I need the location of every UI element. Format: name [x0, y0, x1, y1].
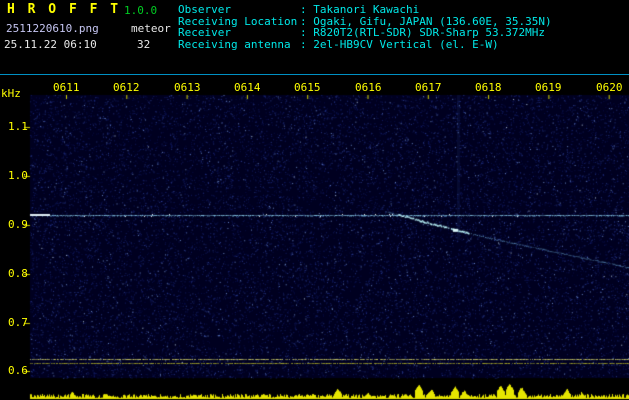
y-tick-label: 0.8 — [8, 267, 28, 280]
app-title: H R O F F T — [7, 2, 121, 17]
header-separator-line — [0, 74, 629, 75]
x-tick-label: 0615 — [294, 81, 321, 94]
info-label-receiver: Receiver — [178, 26, 231, 39]
echo-count: 32 — [137, 38, 151, 51]
info-label-observer: Observer — [178, 3, 231, 16]
info-value-antenna: : 2el-HB9CV Vertical (el. E-W) — [300, 37, 499, 51]
info-value-receiver: : R820T2(RTL-SDR) SDR-Sharp 53.372MHz — [300, 26, 546, 39]
output-filename: 2511220610.png — [6, 22, 99, 35]
info-label-antenna: Receiving antenna — [178, 37, 291, 51]
x-tick-label: 0612 — [113, 81, 140, 94]
info-value-observer: : Takanori Kawachi — [300, 3, 420, 16]
spectrogram-canvas — [0, 0, 629, 400]
app-version: 1.0.0 — [124, 4, 158, 17]
hrofft-output-image: H R O F F T 1.0.0 2511220610.png meteor … — [0, 0, 629, 400]
y-tick-label: 1.0 — [8, 169, 28, 182]
y-tick-label: 0.6 — [8, 364, 28, 377]
y-tick-label: 0.9 — [8, 218, 28, 231]
x-tick-label: 0619 — [535, 81, 562, 94]
x-tick-label: 0611 — [53, 81, 80, 94]
y-tick-label: 0.7 — [8, 316, 28, 329]
x-tick-label: 0613 — [174, 81, 201, 94]
x-tick-label: 0620 — [596, 81, 623, 94]
x-tick-label: 0616 — [355, 81, 382, 94]
y-tick-label: 1.1 — [8, 120, 28, 133]
x-tick-label: 0618 — [475, 81, 502, 94]
datetime-label: 25.11.22 06:10 — [4, 38, 97, 51]
mode-label: meteor — [131, 22, 171, 35]
x-tick-label: 0617 — [415, 81, 442, 94]
station-info: Observer : Takanori Kawachi Receiving Lo… — [178, 4, 552, 50]
y-axis-unit: kHz — [1, 87, 21, 100]
x-tick-label: 0614 — [234, 81, 261, 94]
